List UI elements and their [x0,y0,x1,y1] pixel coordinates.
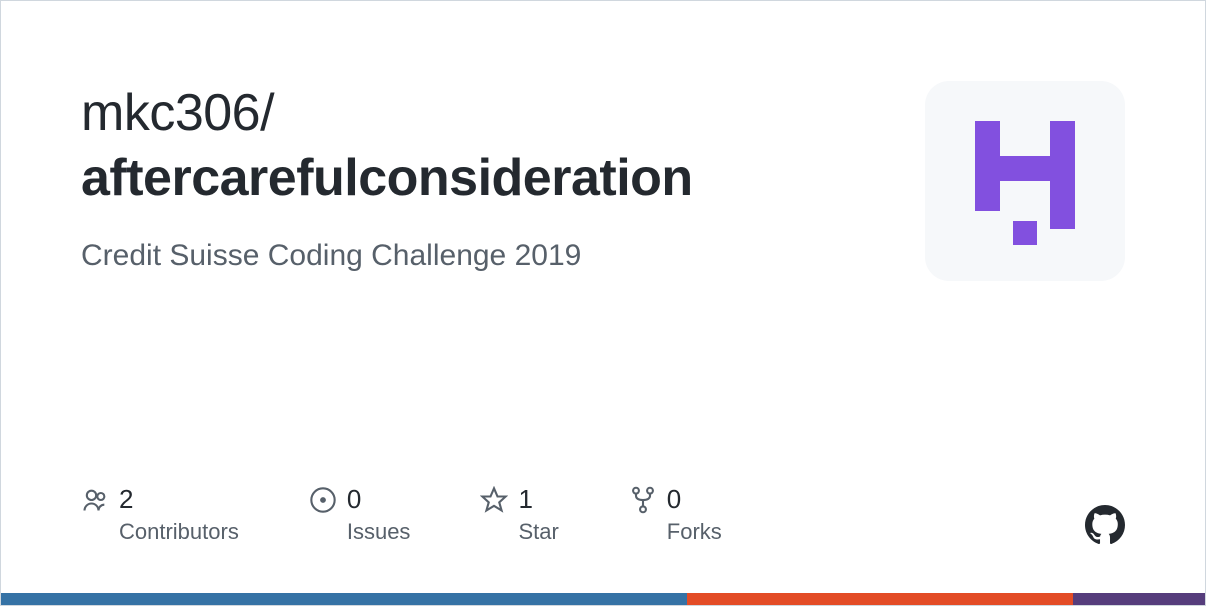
repo-description: Credit Suisse Coding Challenge 2019 [81,239,885,273]
language-segment-3 [1073,593,1205,605]
star-count: 1 [518,484,532,515]
avatar-icon [965,111,1085,251]
stats-row: 2 Contributors 0 Issues 1 Star [81,484,722,545]
repo-name[interactable]: aftercarefulconsideration [81,146,885,211]
issues-icon [309,486,337,514]
contributors-count: 2 [119,484,133,515]
repo-card-content: mkc306/ aftercarefulconsideration Credit… [1,1,1205,281]
star-label: Star [518,519,558,545]
language-segment-2 [687,593,1072,605]
stat-contributors[interactable]: 2 Contributors [81,484,239,545]
repo-separator: / [260,84,274,142]
language-segment-1 [1,593,687,605]
issues-count: 0 [347,484,361,515]
repo-avatar [925,81,1125,281]
repo-title: mkc306/ aftercarefulconsideration [81,81,885,211]
stat-issues[interactable]: 0 Issues [309,484,411,545]
stat-forks[interactable]: 0 Forks [629,484,722,545]
issues-label: Issues [347,519,411,545]
contributors-icon [81,486,109,514]
repo-owner[interactable]: mkc306 [81,84,260,142]
stat-star[interactable]: 1 Star [480,484,558,545]
fork-icon [629,486,657,514]
github-logo-icon[interactable] [1085,505,1125,545]
language-color-bar [1,593,1205,605]
forks-count: 0 [667,484,681,515]
forks-label: Forks [667,519,722,545]
repo-heading-section: mkc306/ aftercarefulconsideration Credit… [81,81,885,273]
contributors-label: Contributors [119,519,239,545]
star-icon [480,486,508,514]
